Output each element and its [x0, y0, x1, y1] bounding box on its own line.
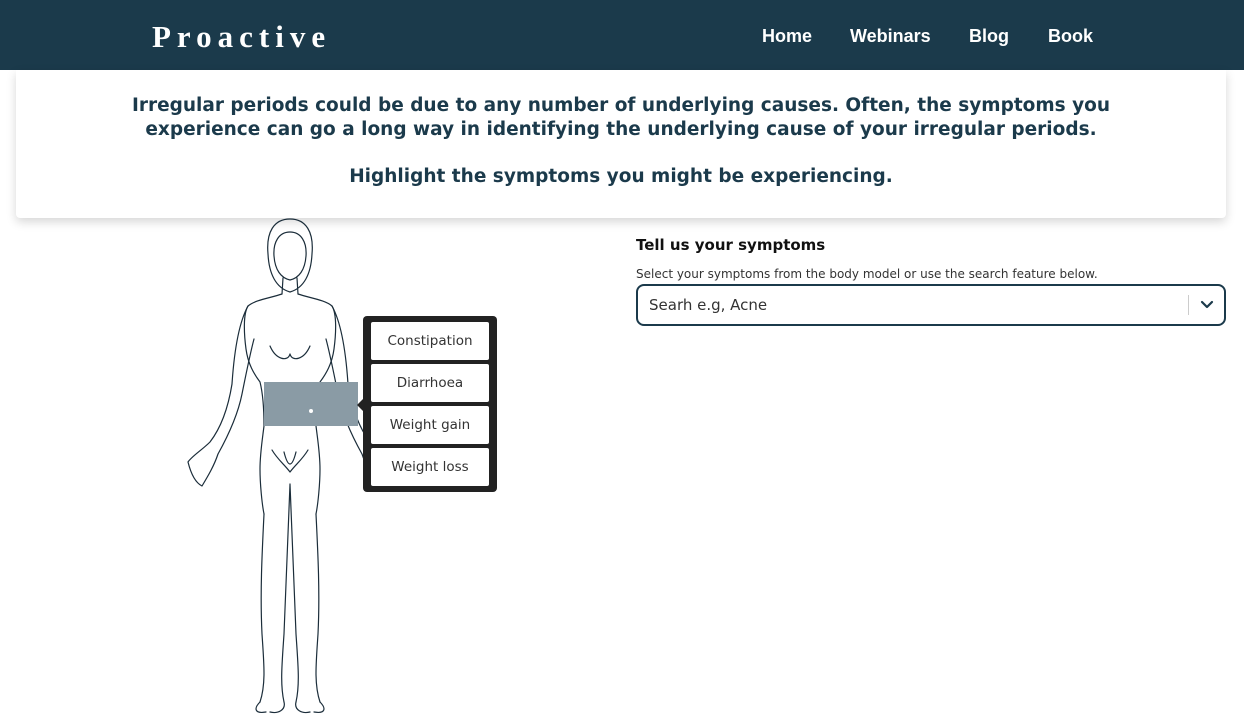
symptom-option-weight-loss[interactable]: Weight loss: [371, 448, 489, 486]
panel-title: Tell us your symptoms: [636, 236, 826, 254]
navel: [309, 409, 313, 413]
nav-link-home[interactable]: Home: [762, 24, 812, 48]
top-navbar: Proactive Home Webinars Blog Book: [0, 0, 1244, 70]
select-divider: [1188, 295, 1189, 315]
symptom-option-weight-gain[interactable]: Weight gain: [371, 406, 489, 444]
intro-text: Irregular periods could be due to any nu…: [131, 95, 1111, 140]
symptom-option-diarrhoea[interactable]: Diarrhoea: [371, 364, 489, 402]
intro-card: Irregular periods could be due to any nu…: [16, 70, 1226, 218]
nav-link-book[interactable]: Book: [1048, 24, 1093, 48]
nav-link-blog[interactable]: Blog: [969, 24, 1009, 48]
symptom-search-select[interactable]: Searh e.g, Acne: [636, 284, 1226, 326]
panel-help-text: Select your symptoms from the body model…: [636, 267, 1098, 281]
search-placeholder: Searh e.g, Acne: [649, 296, 768, 314]
face-outline: [273, 231, 307, 281]
symptom-option-constipation[interactable]: Constipation: [371, 322, 489, 360]
nav-link-webinars[interactable]: Webinars: [850, 24, 931, 48]
symptom-popup: Constipation Diarrhoea Weight gain Weigh…: [363, 316, 497, 492]
intro-prompt: Highlight the symptoms you might be expe…: [349, 166, 893, 187]
chevron-down-icon[interactable]: [1198, 296, 1216, 314]
brand-logo[interactable]: Proactive: [152, 18, 331, 56]
abdomen-highlight[interactable]: [264, 382, 358, 426]
